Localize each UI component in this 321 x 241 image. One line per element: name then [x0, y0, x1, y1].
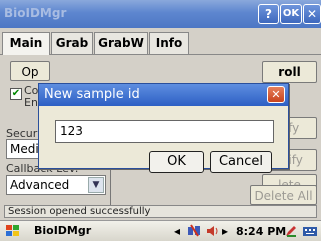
dialog-title-bar: New sample id ✕ [39, 84, 288, 106]
network-icon[interactable] [186, 224, 202, 241]
tray-arrow-icon[interactable]: ◂ [174, 224, 180, 238]
callback-value: Advanced [10, 178, 70, 192]
dialog-ok-button[interactable]: OK [149, 151, 204, 173]
arrow-icon: ▸ [222, 224, 229, 238]
checkbox-icon[interactable]: ✔ [10, 88, 22, 100]
new-sample-dialog: New sample id ✕ 123 OK Cancel [38, 83, 289, 173]
taskbar: BioIDMgr ◂ ▸ 8:24 PM [0, 220, 321, 241]
ok-button[interactable]: OK [280, 4, 302, 24]
windows-flag-icon[interactable] [5, 224, 21, 241]
open-button[interactable]: Op [10, 61, 50, 81]
sample-id-input[interactable]: 123 [55, 120, 274, 143]
speaker-icon[interactable] [206, 224, 220, 241]
delete-all-button[interactable]: Delete All [250, 185, 317, 205]
pen-icon[interactable] [284, 224, 298, 241]
keyboard-icon[interactable] [302, 224, 318, 241]
taskbar-app-label[interactable]: BioIDMgr [34, 224, 91, 237]
dialog-title: New sample id [44, 87, 140, 102]
system-tray: ◂ ▸ 8:24 PM [174, 223, 321, 240]
tab-grabw[interactable]: GrabW [94, 32, 148, 54]
title-bar: BioIDMgr ? OK ✕ [0, 0, 321, 28]
close-icon[interactable]: ✕ [267, 86, 285, 103]
chevron-down-icon[interactable]: ▼ [88, 177, 104, 193]
tab-strip: Main Grab GrabW Info [0, 32, 321, 55]
clock[interactable]: 8:24 PM [236, 225, 286, 238]
close-button[interactable]: ✕ [303, 4, 321, 24]
tab-info[interactable]: Info [149, 32, 189, 54]
callback-select[interactable]: Advanced ▼ [6, 175, 106, 195]
dialog-cancel-button[interactable]: Cancel [210, 151, 272, 173]
tab-main[interactable]: Main [2, 32, 50, 55]
help-button[interactable]: ? [258, 4, 279, 24]
tab-grab[interactable]: Grab [51, 32, 93, 54]
enroll-button[interactable]: roll [262, 61, 317, 83]
app-title: BioIDMgr [4, 6, 67, 20]
status-bar: Session opened successfully [4, 205, 317, 218]
checkbox-label-2: En [24, 96, 38, 109]
